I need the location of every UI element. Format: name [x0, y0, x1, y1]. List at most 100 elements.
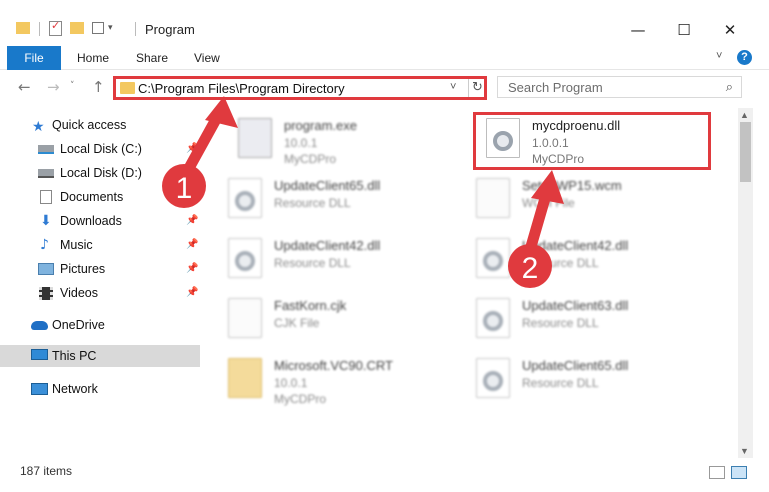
close-button[interactable]: ✕ [707, 18, 753, 42]
vertical-scrollbar[interactable]: ▲ ▼ [738, 108, 753, 458]
refresh-icon[interactable]: ↻ [468, 79, 486, 97]
search-placeholder: Search Program [508, 80, 603, 95]
file-item[interactable]: FastKorn.cjk CJK File [210, 294, 450, 344]
file-item[interactable]: Microsoft.VC90.CRT 10.0.1 MyCDPro [210, 354, 450, 406]
search-icon[interactable]: ⌕ [726, 80, 733, 95]
music-icon: ♪ [40, 237, 49, 253]
sidebar-item-label: Music [60, 238, 93, 252]
sidebar-item-documents[interactable]: Documents 📌 [0, 186, 200, 208]
large-icons-view-icon[interactable] [731, 466, 747, 479]
separator [135, 22, 136, 36]
scroll-thumb[interactable] [740, 122, 751, 182]
sidebar-item-this-pc[interactable]: This PC [0, 345, 200, 367]
sidebar-item-label: Quick access [52, 118, 127, 132]
pin-icon[interactable]: 📌 [186, 282, 198, 304]
sidebar-item-quick-access[interactable]: ★ Quick access [0, 114, 200, 136]
title-bar: ✓ ▾ Program — ☐ ✕ [0, 0, 769, 44]
file-name: SetupWP15.wcm [522, 178, 622, 193]
sidebar-item-label: Videos [60, 286, 98, 300]
gear-icon [483, 251, 503, 271]
address-path[interactable]: C:\Program Files\Program Directory [138, 81, 345, 96]
file-name: Microsoft.VC90.CRT [274, 358, 393, 373]
sidebar-item-label: OneDrive [52, 318, 105, 332]
gear-icon [235, 191, 255, 211]
tab-file[interactable]: File [7, 46, 61, 70]
help-icon[interactable]: ? [737, 50, 752, 65]
file-type: Resource DLL [522, 256, 599, 270]
tab-home[interactable]: Home [77, 46, 109, 70]
sidebar-item-videos[interactable]: Videos 📌 [0, 282, 200, 304]
file-name: UpdateClient42.dll [522, 238, 629, 253]
sidebar-item-music[interactable]: ♪ Music 📌 [0, 234, 200, 256]
dll-icon [476, 298, 510, 338]
forward-button[interactable]: → [47, 78, 60, 96]
star-icon: ★ [32, 119, 45, 135]
separator [39, 22, 40, 36]
recent-locations-icon[interactable]: ˅ [70, 81, 75, 91]
sidebar-item-label: Pictures [60, 262, 106, 276]
file-item[interactable]: UpdateClient65.dll Resource DLL [210, 174, 450, 224]
computer-icon [31, 349, 48, 360]
sidebar-item-downloads[interactable]: ⬇ Downloads 📌 [0, 210, 200, 232]
sidebar-item-local-disk-c[interactable]: Local Disk (C:) 📌 [0, 138, 200, 160]
file-company: MyCDPro [274, 392, 327, 406]
sidebar-item-onedrive[interactable]: OneDrive [0, 314, 200, 336]
back-button[interactable]: ← [18, 78, 31, 96]
file-icon [228, 298, 262, 338]
dll-icon [228, 238, 262, 278]
ribbon-tabs: File Home Share View ˅ ? [0, 44, 769, 70]
sidebar-item-pictures[interactable]: Pictures 📌 [0, 258, 200, 280]
videos-icon [39, 287, 53, 300]
file-type: Resource DLL [274, 256, 351, 270]
new-folder-icon[interactable] [70, 22, 84, 34]
file-type: Resource DLL [522, 376, 599, 390]
sidebar-item-local-disk-d[interactable]: Local Disk (D:) [0, 162, 200, 184]
pin-icon[interactable]: 📌 [186, 258, 198, 280]
folder-icon [120, 82, 135, 94]
file-type: WCM File [522, 196, 575, 210]
gear-icon [235, 251, 255, 271]
maximize-button[interactable]: ☐ [661, 18, 707, 42]
file-name: UpdateClient65.dll [522, 358, 629, 373]
file-name: program.exe [284, 118, 357, 133]
chevron-down-icon[interactable]: ▾ [108, 22, 113, 42]
scroll-up-icon[interactable]: ▲ [740, 110, 749, 120]
network-icon [31, 383, 48, 395]
pin-icon[interactable]: 📌 [186, 186, 198, 208]
expand-ribbon-icon[interactable]: ˅ [716, 50, 722, 62]
minimize-button[interactable]: — [615, 18, 661, 42]
details-view-icon[interactable] [709, 466, 725, 479]
file-item[interactable]: SetupWP15.wcm WCM File [458, 174, 698, 224]
tab-view[interactable]: View [194, 46, 220, 70]
file-item[interactable]: UpdateClient65.dll Resource DLL [458, 354, 698, 404]
file-item[interactable]: UpdateClient42.dll Resource DLL [210, 234, 450, 284]
drive-icon [38, 169, 54, 178]
file-item[interactable]: UpdateClient63.dll Resource DLL [458, 294, 698, 344]
file-type: Resource DLL [522, 316, 599, 330]
file-name: UpdateClient42.dll [274, 238, 381, 253]
file-name: UpdateClient63.dll [522, 298, 629, 313]
highlight-box [473, 112, 711, 170]
window-title: Program [145, 22, 195, 37]
file-item[interactable]: program.exe 10.0.1 MyCDPro [220, 114, 460, 166]
chevron-down-icon[interactable]: ˅ [450, 81, 456, 93]
customize-qat-icon[interactable] [92, 22, 104, 34]
file-name: UpdateClient65.dll [274, 178, 381, 193]
sidebar-item-network[interactable]: Network [0, 378, 200, 400]
address-bar[interactable]: C:\Program Files\Program Directory ˅ ↻ [113, 76, 487, 100]
pin-icon[interactable]: 📌 [186, 138, 198, 160]
file-item[interactable]: UpdateClient42.dll Resource DLL [458, 234, 698, 284]
documents-icon [40, 190, 52, 204]
tab-share[interactable]: Share [136, 46, 168, 70]
search-input[interactable]: Search Program ⌕ [497, 76, 742, 98]
file-type: CJK File [274, 316, 320, 330]
pin-icon[interactable]: 📌 [186, 210, 198, 232]
pin-icon[interactable]: 📌 [186, 234, 198, 256]
download-icon: ⬇ [40, 213, 52, 229]
file-icon [476, 178, 510, 218]
sidebar-item-label: Downloads [60, 214, 122, 228]
scroll-down-icon[interactable]: ▼ [740, 446, 749, 456]
up-button[interactable]: ↑ [92, 78, 105, 96]
file-version: 10.0.1 [274, 376, 308, 390]
properties-icon[interactable]: ✓ [49, 19, 62, 36]
